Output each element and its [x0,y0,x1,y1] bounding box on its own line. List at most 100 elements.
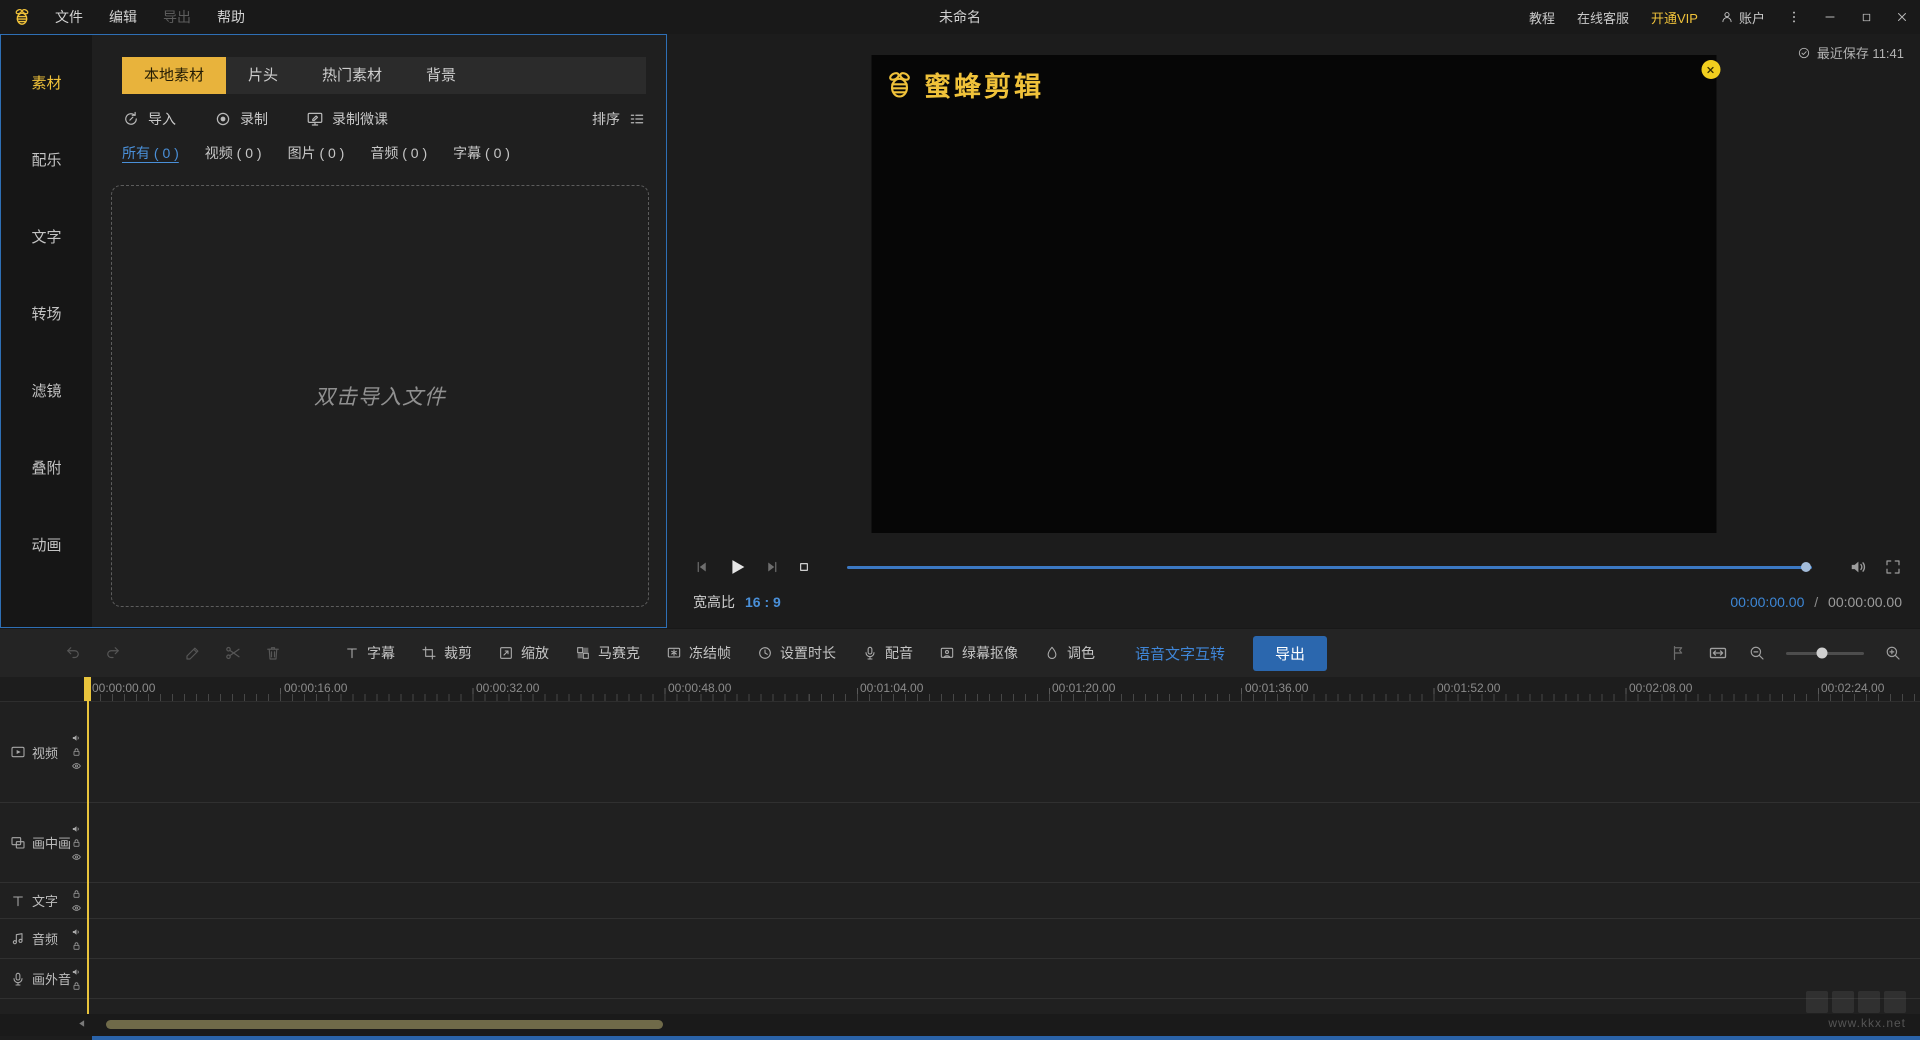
support-link[interactable]: 在线客服 [1566,8,1640,27]
next-frame-button[interactable] [763,558,781,576]
lock-icon[interactable] [71,747,82,758]
seek-handle[interactable] [1801,562,1811,572]
close-button[interactable] [1884,0,1920,34]
tool-crop[interactable]: 裁剪 [421,643,472,663]
speech-text-convert-button[interactable]: 语音文字互转 [1135,643,1225,664]
tab-hot-material[interactable]: 热门素材 [300,57,404,94]
tool-freeze-frame[interactable]: 冻结帧 [666,643,731,663]
sidebar-item-music[interactable]: 配乐 [1,121,92,198]
tool-scale[interactable]: 缩放 [498,643,549,663]
more-menu-button[interactable] [1776,0,1812,34]
playhead-handle[interactable] [84,677,91,701]
stop-icon [796,559,812,575]
zoom-slider-handle[interactable] [1816,647,1828,659]
play-button[interactable] [726,556,748,578]
lock-icon[interactable] [71,888,82,899]
filter-image[interactable]: 图片 ( 0 ) [288,143,345,163]
timeline-zoom-slider[interactable] [1786,647,1864,659]
timeline-ruler[interactable]: 00:00:00.00 00:00:16.00 00:00:32.00 00:0… [0,677,1920,702]
speaker-icon[interactable] [71,733,82,744]
sidebar-item-animation[interactable]: 动画 [1,506,92,583]
scroll-left-arrow[interactable] [76,1017,89,1030]
delete-button[interactable] [264,644,282,662]
stop-button[interactable] [796,559,812,575]
text-track-header[interactable]: 文字 [0,883,88,918]
lock-icon[interactable] [71,980,82,991]
watermark-close-button[interactable] [1701,60,1720,79]
visibility-icon[interactable] [71,851,82,862]
maximize-button[interactable] [1848,0,1884,34]
tab-local-material[interactable]: 本地素材 [122,57,227,94]
minimize-button[interactable] [1812,0,1848,34]
filter-subtitle[interactable]: 字幕 ( 0 ) [453,143,510,163]
timeline-zoom-out-button[interactable] [1748,644,1766,662]
export-button[interactable]: 导出 [1253,635,1328,671]
ruler-tick-label: 00:01:04.00 [860,681,924,695]
vip-link[interactable]: 开通VIP [1640,8,1709,27]
visibility-icon[interactable] [71,902,82,913]
sidebar-item-text[interactable]: 文字 [1,198,92,275]
sidebar-item-overlay[interactable]: 叠附 [1,429,92,506]
edit-toolbar: 字幕 裁剪 缩放 马赛克 冻结帧 设置时长 配音 绿幕抠像 调色 语音文字互转 … [0,628,1920,677]
previous-frame-button[interactable] [693,558,711,576]
audio-track-header[interactable]: 音频 [0,919,88,958]
text-track-lane[interactable] [88,883,1920,918]
menu-edit[interactable]: 编辑 [96,7,150,27]
aspect-ratio-value[interactable]: 16 : 9 [745,594,781,610]
speaker-icon[interactable] [71,823,82,834]
record-button[interactable]: 录制 [214,109,268,129]
sort-button[interactable]: 排序 [592,109,646,129]
scrollbar-thumb[interactable] [106,1020,663,1029]
sidebar-item-material[interactable]: 素材 [1,44,92,121]
fit-timeline-button[interactable] [1708,643,1728,663]
fullscreen-button[interactable] [1884,558,1902,576]
filter-audio[interactable]: 音频 ( 0 ) [370,143,427,163]
import-dropzone[interactable]: 双击导入文件 [111,185,649,607]
sidebar-item-transition[interactable]: 转场 [1,275,92,352]
undo-button[interactable] [64,644,82,662]
tool-label: 缩放 [521,645,549,661]
account-button[interactable]: 账户 [1709,8,1776,27]
playback-controls [693,552,1902,582]
split-button[interactable] [224,644,242,662]
filter-all[interactable]: 所有 ( 0 ) [122,143,179,163]
tool-label: 字幕 [367,645,395,661]
menu-help[interactable]: 帮助 [204,7,258,27]
lock-icon[interactable] [71,940,82,951]
scissors-icon [224,644,242,662]
redo-button[interactable] [104,644,122,662]
tutorial-link[interactable]: 教程 [1518,8,1566,27]
record-lesson-button[interactable]: 录制微课 [306,109,388,129]
filter-video[interactable]: 视频 ( 0 ) [205,143,262,163]
playhead-line[interactable] [87,677,89,1014]
tool-dubbing[interactable]: 配音 [862,643,913,663]
visibility-icon[interactable] [71,761,82,772]
marker-button[interactable] [1670,644,1688,662]
seek-bar[interactable] [847,562,1812,572]
tool-color-grading[interactable]: 调色 [1044,643,1095,663]
tab-intro[interactable]: 片头 [226,57,300,94]
pip-track-lane[interactable] [88,803,1920,882]
edit-clip-button[interactable] [184,644,202,662]
tool-mosaic[interactable]: 马赛克 [575,643,640,663]
audio-track-lane[interactable] [88,919,1920,958]
speaker-icon[interactable] [71,966,82,977]
tool-chroma-key[interactable]: 绿幕抠像 [939,643,1018,663]
total-time: 00:00:00.00 [1828,594,1902,610]
speaker-icon[interactable] [71,926,82,937]
menu-file[interactable]: 文件 [42,7,96,27]
tool-duration[interactable]: 设置时长 [757,643,836,663]
sidebar-item-filter[interactable]: 滤镜 [1,352,92,429]
tab-background[interactable]: 背景 [404,57,478,94]
tool-subtitle[interactable]: 字幕 [344,643,395,663]
tool-label: 设置时长 [780,645,836,661]
volume-button[interactable] [1848,557,1868,577]
voiceover-track-header[interactable]: 画外音 [0,959,88,998]
import-button[interactable]: 导入 [122,109,176,129]
video-track-header[interactable]: 视频 [0,702,88,802]
pip-track-header[interactable]: 画中画 [0,803,88,882]
voiceover-track-lane[interactable] [88,959,1920,998]
lock-icon[interactable] [71,837,82,848]
timeline-zoom-in-button[interactable] [1884,644,1902,662]
video-track-lane[interactable] [88,702,1920,802]
